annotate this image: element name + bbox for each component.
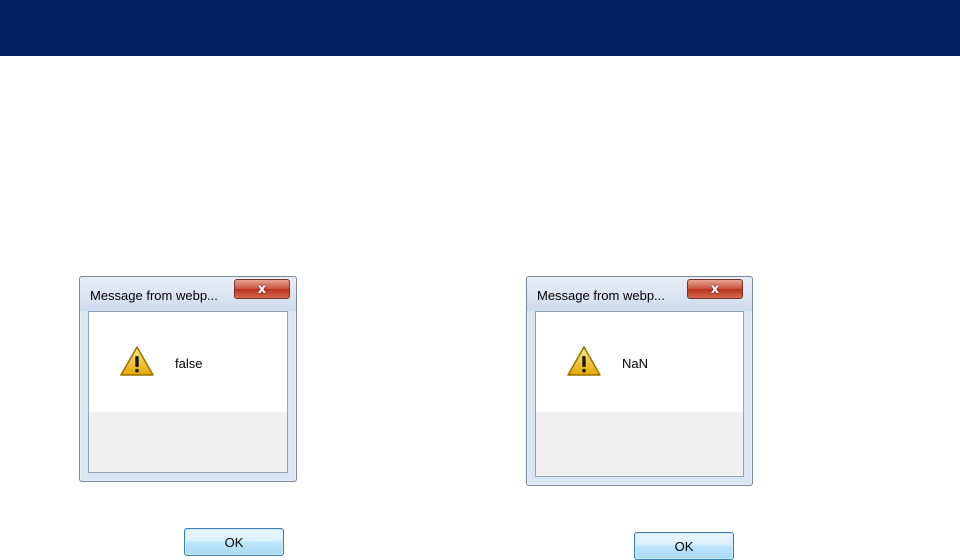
message-text: false bbox=[175, 356, 203, 371]
message-text: NaN bbox=[622, 356, 649, 371]
top-banner bbox=[0, 0, 960, 56]
button-area: OK bbox=[89, 412, 287, 556]
alert-dialog-false: Message from webp... x false OK bbox=[79, 276, 297, 556]
dialog-titlebar[interactable]: Message from webp... x bbox=[80, 277, 296, 311]
dialog-title: Message from webp... bbox=[537, 288, 665, 303]
dialog-client-area: NaN OK bbox=[535, 311, 744, 560]
ok-button[interactable]: OK bbox=[184, 528, 284, 556]
ok-button[interactable]: OK bbox=[634, 532, 734, 560]
message-area: false bbox=[89, 312, 287, 412]
warning-icon bbox=[567, 346, 601, 376]
dialog-titlebar[interactable]: Message from webp... x bbox=[527, 277, 752, 311]
warning-icon bbox=[120, 346, 154, 376]
close-icon: x bbox=[710, 281, 720, 297]
close-icon: x bbox=[257, 281, 267, 297]
dialog-title: Message from webp... bbox=[90, 288, 218, 303]
close-button[interactable]: x bbox=[234, 279, 290, 299]
close-button[interactable]: x bbox=[687, 279, 743, 299]
message-area: NaN bbox=[536, 312, 743, 412]
dialog-client-area: false OK bbox=[88, 311, 288, 556]
button-area: OK bbox=[536, 412, 743, 560]
alert-dialog-nan: Message from webp... x NaN OK bbox=[526, 276, 753, 560]
